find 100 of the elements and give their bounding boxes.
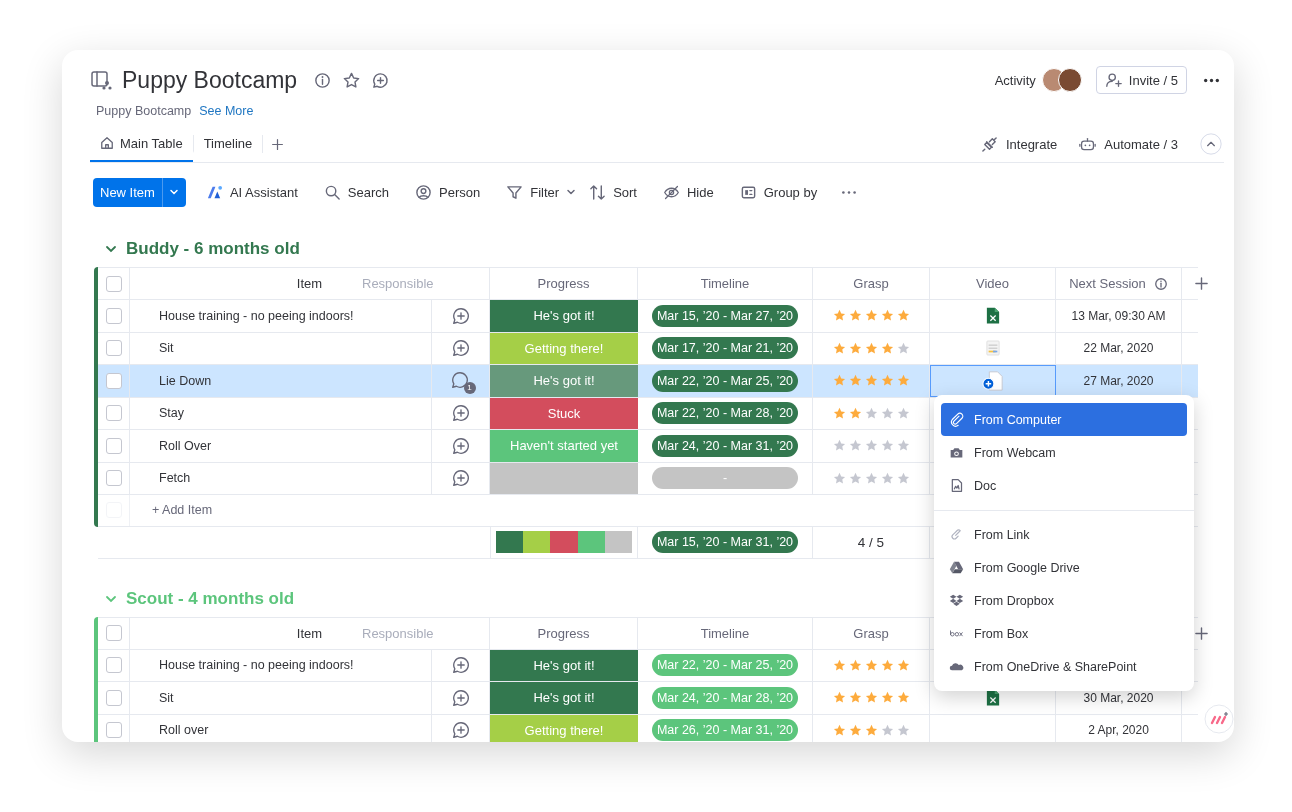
add-update-icon[interactable] [450, 720, 471, 741]
row-checkbox[interactable] [105, 689, 122, 706]
table-row[interactable]: Lie Down 1 He's got it! Mar 22, ’20 - Mar 25, ’20 27 Mar, 2020 [98, 364, 1198, 397]
item-name[interactable]: House training - no peeing indoors! [159, 308, 354, 323]
row-checkbox[interactable] [105, 307, 122, 324]
chat-icon[interactable] [449, 369, 470, 390]
status-label[interactable]: He's got it! [490, 682, 638, 714]
star-icon [864, 309, 878, 323]
add-update-icon[interactable] [450, 305, 471, 326]
star-rating[interactable] [832, 374, 910, 388]
add-update-icon[interactable] [450, 655, 471, 676]
menu-item[interactable]: From Dropbox [941, 584, 1187, 617]
star-rating[interactable] [832, 691, 910, 705]
view-action-button[interactable]: Integrate [980, 135, 1058, 153]
add-view-button[interactable] [262, 135, 285, 153]
star-rating[interactable] [832, 341, 910, 355]
add-update-icon[interactable] [450, 403, 471, 424]
timeline-pill[interactable]: Mar 22, ’20 - Mar 28, ’20 [652, 402, 798, 425]
paperclip-icon [949, 412, 964, 427]
activity-link[interactable]: Activity [994, 72, 1036, 88]
view-tab[interactable]: Timeline [192, 135, 263, 153]
info-icon[interactable] [1153, 276, 1168, 291]
add-column-icon[interactable] [1194, 625, 1209, 641]
new-item-dropdown[interactable] [161, 177, 186, 207]
row-checkbox[interactable] [105, 405, 122, 422]
star-rating[interactable] [832, 439, 910, 453]
star-icon [864, 723, 878, 737]
add-update-icon[interactable] [450, 338, 471, 359]
toolbar-button[interactable]: Hide [662, 183, 714, 201]
row-checkbox[interactable] [105, 470, 122, 487]
view-tab[interactable]: Main Table [90, 126, 193, 162]
star-rating[interactable] [832, 406, 910, 420]
more-icon[interactable] [1203, 77, 1220, 83]
add-item-button[interactable]: + Add Item [152, 503, 213, 518]
column-header: Timeline [700, 276, 750, 291]
menu-item[interactable]: From Google Drive [941, 551, 1187, 584]
status-label[interactable]: He's got it! [490, 300, 638, 332]
item-name[interactable]: Stay [159, 406, 184, 421]
toolbar-button[interactable]: Filter [506, 183, 560, 201]
add-update-icon[interactable] [450, 435, 471, 456]
toolbar-button[interactable]: Search [323, 183, 390, 201]
star-icon [832, 406, 846, 420]
item-name[interactable]: Fetch [159, 471, 191, 486]
item-name[interactable]: Roll over [159, 723, 209, 738]
view-action-button[interactable]: Automate / 3 [1079, 135, 1178, 153]
row-checkbox[interactable] [105, 657, 122, 674]
add-column-icon[interactable] [1194, 276, 1209, 291]
item-name[interactable]: Sit [159, 341, 174, 356]
add-update-icon[interactable] [450, 468, 471, 489]
add-update-icon[interactable] [450, 687, 471, 708]
menu-item[interactable]: From OneDrive & SharePoint [941, 650, 1187, 683]
select-all-checkbox[interactable] [105, 625, 122, 641]
item-name[interactable]: Lie Down [159, 373, 212, 388]
toolbar-button[interactable]: AI Assistant [205, 183, 298, 201]
toolbar-button[interactable]: Person [415, 183, 481, 201]
row-checkbox[interactable] [105, 372, 122, 389]
group-title[interactable]: Buddy - 6 months old [126, 239, 300, 259]
table-row[interactable]: House training - no peeing indoors! He's got it! Mar 15, ’20 - Mar 27, ’20 13 Mar, 09:30 AM [98, 299, 1198, 332]
column-header: Responsible [362, 625, 434, 641]
item-name[interactable]: Sit [159, 690, 174, 705]
select-all-checkbox[interactable] [105, 275, 122, 292]
row-checkbox[interactable] [105, 437, 122, 454]
row-checkbox[interactable] [105, 722, 122, 739]
star-icon [848, 658, 862, 672]
see-more-link[interactable]: See More [199, 104, 254, 118]
spreadsheet-file-icon[interactable] [985, 306, 1000, 326]
status-label[interactable]: He's got it! [490, 649, 638, 681]
collapse-icon[interactable] [1200, 133, 1222, 155]
assistant-logo-icon[interactable] [1204, 704, 1234, 734]
toolbar-button[interactable]: Sort [589, 183, 637, 201]
status-label[interactable]: Stuck [490, 397, 638, 429]
info-icon[interactable] [313, 70, 333, 90]
menu-item[interactable]: From Box [941, 617, 1187, 650]
table-row[interactable]: Sit Getting there! Mar 17, ’20 - Mar 21, ’20 22 Mar, 2020 [98, 331, 1198, 364]
timeline-pill[interactable]: Mar 17, ’20 - Mar 21, ’20 [652, 337, 798, 360]
timeline-pill[interactable]: Mar 15, ’20 - Mar 27, ’20 [652, 304, 798, 327]
menu-item[interactable]: From Computer [941, 403, 1187, 436]
board-description: Puppy Bootcamp [96, 104, 192, 118]
timeline-pill[interactable]: Mar 24, ’20 - Mar 31, ’20 [652, 434, 798, 457]
chat-icon[interactable] [371, 70, 391, 90]
item-name[interactable]: Roll Over [159, 438, 212, 453]
invite-button[interactable]: Invite / 5 [1095, 66, 1187, 94]
new-item-button[interactable]: New Item [93, 177, 162, 207]
more-icon[interactable] [841, 189, 858, 195]
star-rating[interactable] [832, 658, 910, 672]
plug-icon [980, 135, 998, 153]
star-rating[interactable] [832, 723, 910, 737]
star-icon[interactable] [342, 70, 362, 90]
timeline-pill[interactable]: Mar 22, ’20 - Mar 25, ’20 [652, 369, 798, 392]
item-name[interactable]: House training - no peeing indoors! [159, 658, 354, 673]
toolbar-button[interactable]: Group by [739, 183, 818, 201]
board-icon [90, 69, 112, 91]
star-icon [848, 471, 862, 485]
star-rating[interactable] [832, 471, 910, 485]
row-checkbox[interactable] [105, 340, 122, 357]
table-row[interactable]: Sit He's got it! Mar 24, ’20 - Mar 28, ’20 30 Mar, 2020 [98, 681, 1198, 714]
star-rating[interactable] [832, 309, 910, 323]
table-row[interactable]: Roll over Getting there! Mar 26, ’20 - Mar 31, ’20 2 Apr, 2020 [98, 713, 1198, 742]
menu-item[interactable]: From Link [941, 518, 1187, 551]
add-file-icon[interactable] [981, 369, 1005, 392]
